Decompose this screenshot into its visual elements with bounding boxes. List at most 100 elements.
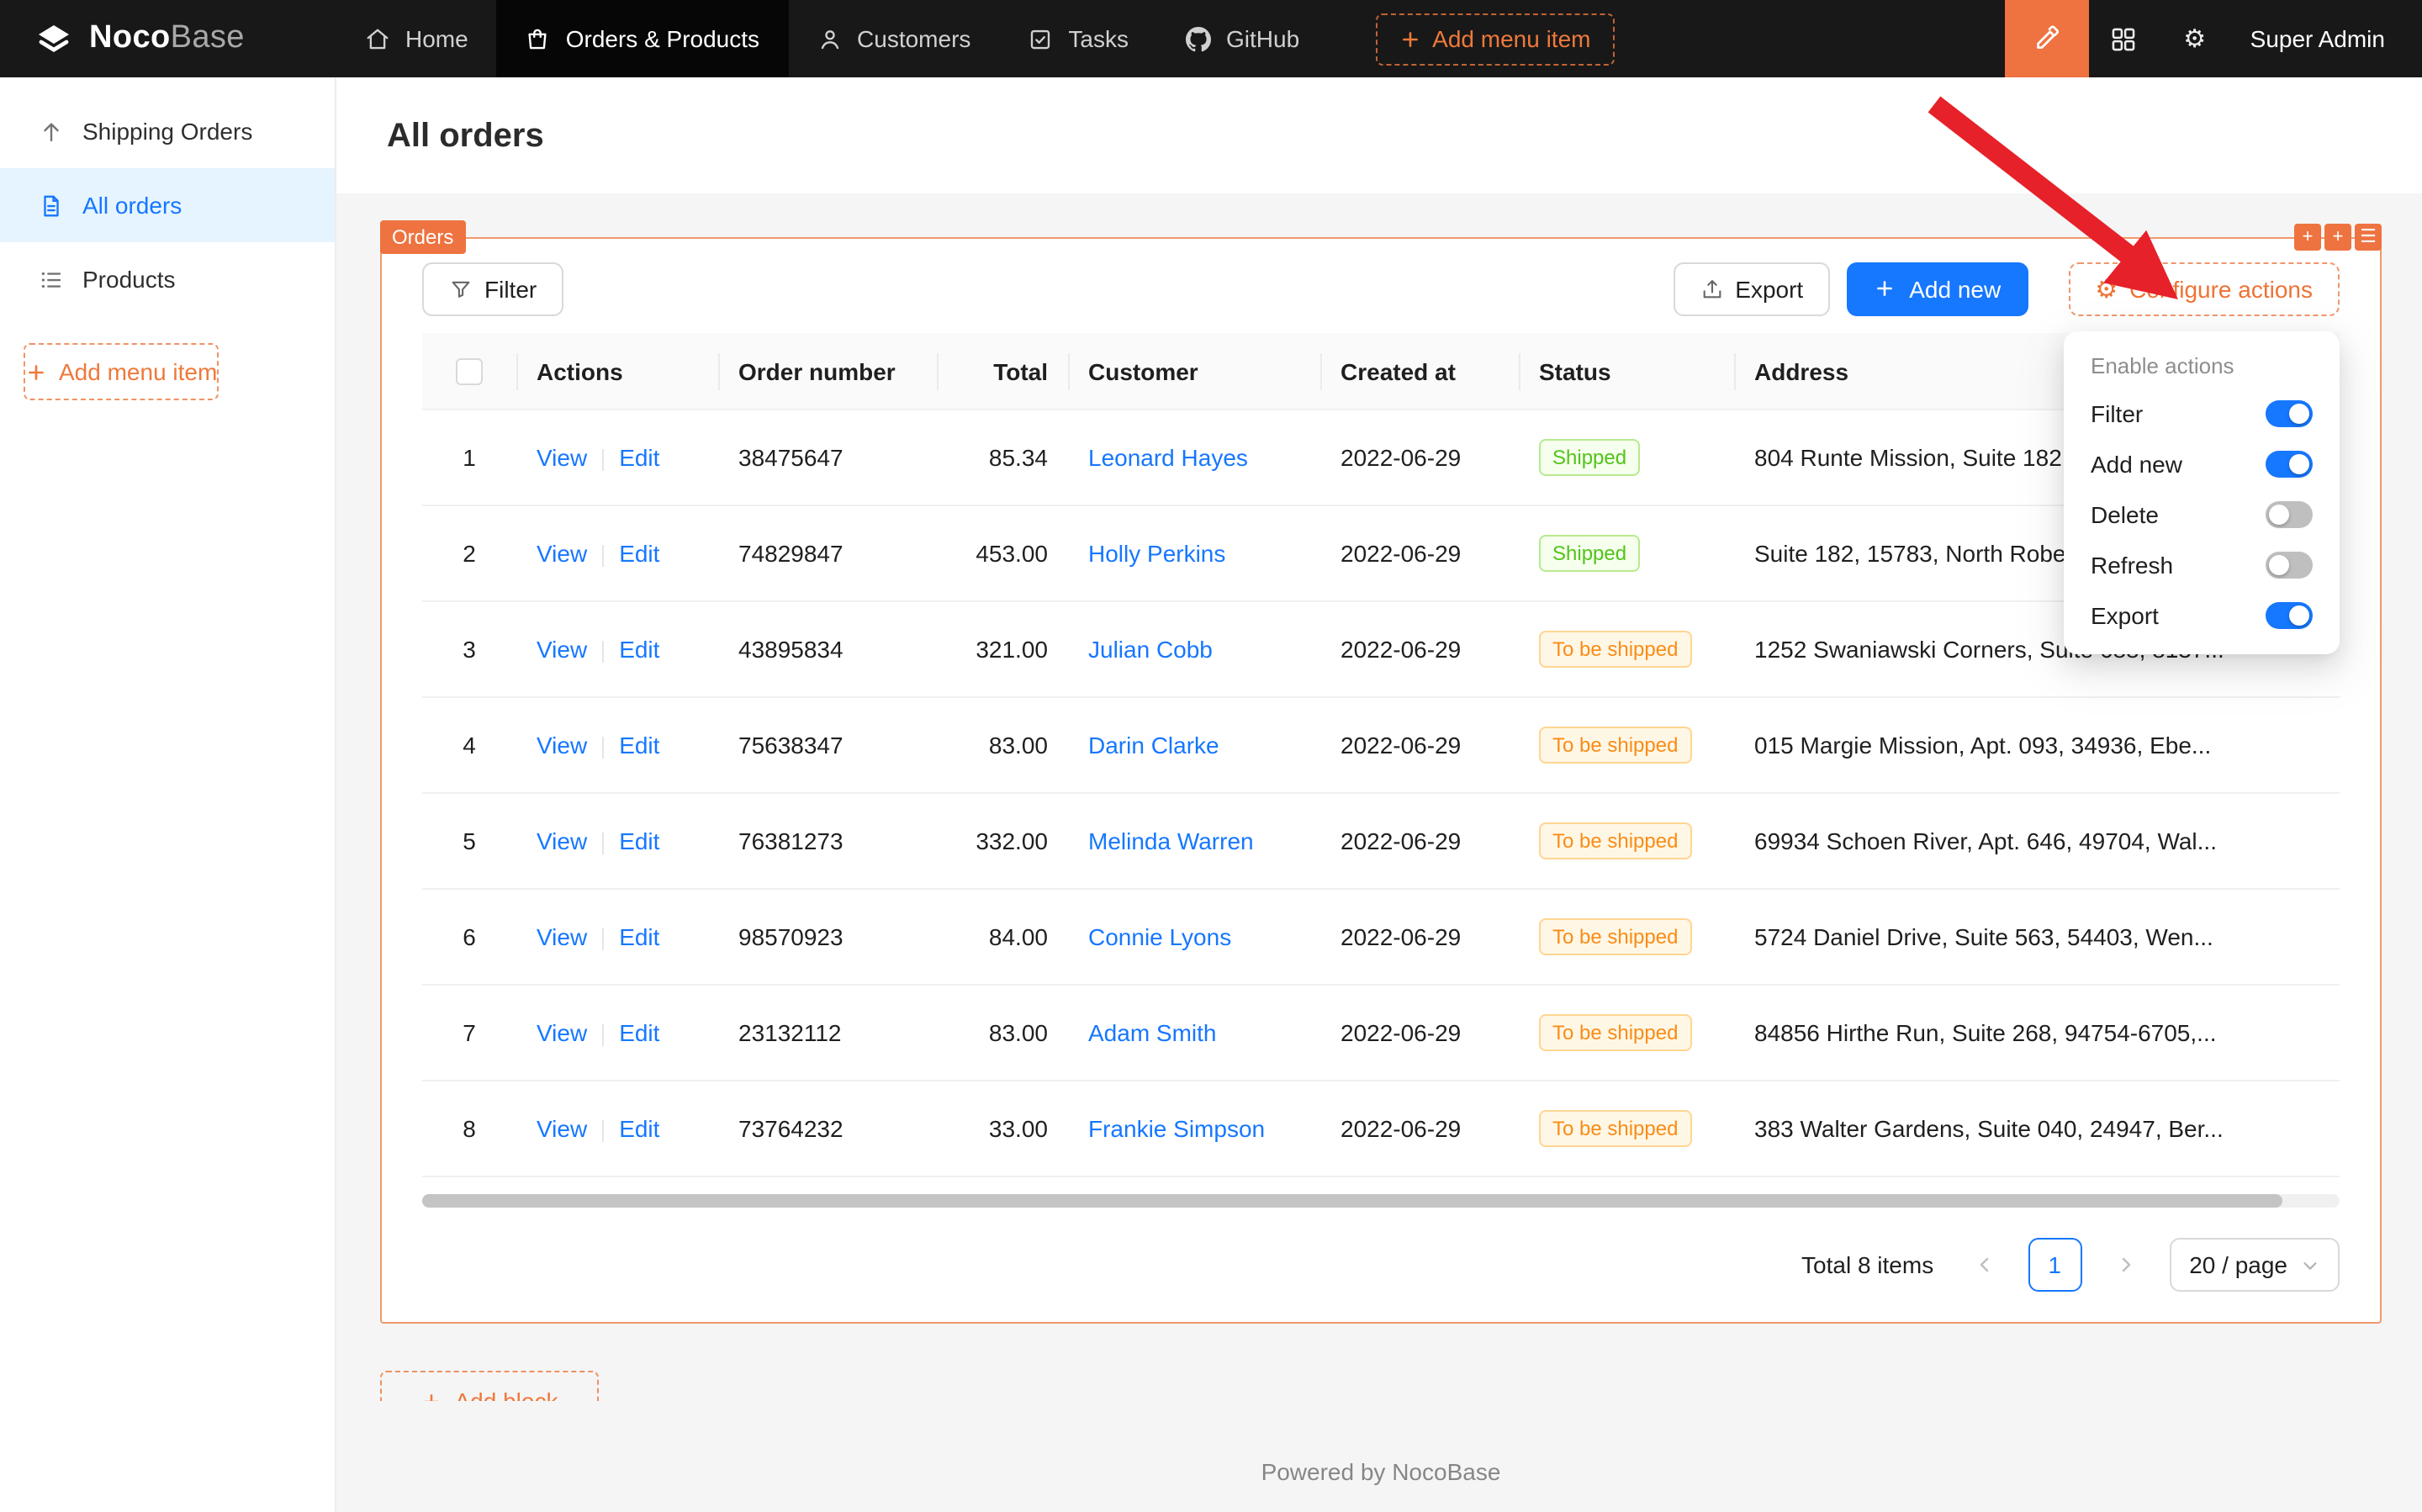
drag-handle-icon[interactable]: + [2294,224,2321,251]
toggle-switch[interactable] [2266,451,2313,478]
arrow-up-icon [39,119,64,144]
enable-action-toggle-item[interactable]: Filter [2064,389,2340,439]
view-link[interactable]: View [537,1020,587,1047]
home-icon [365,26,390,51]
view-link[interactable]: View [537,924,587,951]
enable-action-toggle-item[interactable]: Add new [2064,439,2340,489]
enable-action-toggle-item[interactable]: Delete [2064,489,2340,540]
prev-page-button[interactable] [1957,1239,2011,1293]
select-all-checkbox[interactable] [456,359,483,386]
created-at-cell: 2022-06-29 [1320,1081,1519,1177]
order-number-cell: 76381273 [718,794,937,890]
add-new-button[interactable]: Add new [1847,262,2028,316]
nav-add-menu-item-button[interactable]: Add menu item [1375,13,1614,65]
next-page-button[interactable] [2098,1239,2152,1293]
plus-icon [1874,278,1897,301]
edit-link[interactable]: Edit [619,732,659,759]
settings-gear-icon[interactable]: ⚙ [2160,0,2230,77]
sidebar-item[interactable]: All orders [0,168,335,242]
plugins-grid-icon[interactable] [2089,0,2160,77]
status-badge: To be shipped [1539,1015,1691,1052]
edit-link[interactable]: Edit [619,828,659,855]
add-block-button[interactable]: Add block [380,1372,599,1402]
customer-link[interactable]: Frankie Simpson [1088,1116,1265,1143]
toggle-switch[interactable] [2266,552,2313,579]
row-index: 2 [463,541,476,568]
page-1-button[interactable]: 1 [2028,1239,2081,1293]
customer-link[interactable]: Melinda Warren [1088,828,1254,855]
nocobase-brand[interactable]: NocoBase [0,0,336,77]
toggle-switch[interactable] [2266,602,2313,629]
view-link[interactable]: View [537,637,587,663]
order-number-cell: 98570923 [718,890,937,986]
export-icon [1700,278,1723,301]
created-at-cell: 2022-06-29 [1320,794,1519,890]
enable-action-toggle-item[interactable]: Refresh [2064,540,2340,590]
customer-link[interactable]: Julian Cobb [1088,637,1213,663]
status-badge: To be shipped [1539,1111,1691,1148]
configure-actions-button[interactable]: ⚙ Configure actions [2068,262,2340,316]
table-row: 7 ViewEdit 23132112 83.00 Adam Smith 202… [422,986,2340,1081]
row-index: 8 [463,1116,476,1143]
status-badge: To be shipped [1539,823,1691,860]
view-link[interactable]: View [537,541,587,568]
export-button[interactable]: Export [1673,262,1830,316]
view-link[interactable]: View [537,732,587,759]
total-cell: 83.00 [937,698,1068,794]
page-size-select[interactable]: 20 / page [2169,1239,2340,1293]
scrollbar-thumb[interactable] [422,1195,2282,1208]
content-area: Orders + + ☰ Filter [336,193,2422,1512]
edit-link[interactable]: Edit [619,445,659,472]
top-menu-item[interactable]: Orders & Products [497,0,788,77]
view-link[interactable]: View [537,1116,587,1143]
created-at-cell: 2022-06-29 [1320,410,1519,506]
order-number-cell: 75638347 [718,698,937,794]
customers-icon [817,26,842,51]
toggle-switch[interactable] [2266,501,2313,528]
block-settings-menu-icon[interactable]: ☰ [2355,224,2382,251]
order-number-cell: 23132112 [718,986,937,1081]
customer-link[interactable]: Darin Clarke [1088,732,1219,759]
customer-link[interactable]: Connie Lyons [1088,924,1231,951]
column-header-actions: Actions [516,333,718,410]
total-cell: 33.00 [937,1081,1068,1177]
total-cell: 84.00 [937,890,1068,986]
table-row: 1 ViewEdit 38475647 85.34 Leonard Hayes … [422,410,2340,506]
block-initializer-icon[interactable]: + [2324,224,2351,251]
customer-link[interactable]: Leonard Hayes [1088,445,1248,472]
row-index: 1 [463,445,476,472]
address-cell: 69934 Schoen River, Apt. 646, 49704, Wal… [1734,794,2340,890]
edit-link[interactable]: Edit [619,1020,659,1047]
pagination-total: Total 8 items [1801,1252,1933,1279]
top-menu-item[interactable]: Home [336,0,497,77]
user-menu[interactable]: Super Admin [2230,0,2422,77]
toggle-switch[interactable] [2266,400,2313,427]
add-block-clip: Add block [380,1372,599,1402]
top-menu-item[interactable]: Customers [788,0,999,77]
edit-link[interactable]: Edit [619,924,659,951]
sidebar-add-menu-item-button[interactable]: Add menu item [24,343,219,400]
top-menu-item[interactable]: GitHub [1157,0,1328,77]
address-cell: 84856 Hirthe Run, Suite 268, 94754-6705,… [1734,986,2340,1081]
top-menu-item[interactable]: Tasks [999,0,1157,77]
edit-link[interactable]: Edit [619,541,659,568]
view-link[interactable]: View [537,445,587,472]
edit-link[interactable]: Edit [619,1116,659,1143]
table-action-bar: Filter Export Add new ⚙ [382,239,2380,333]
edit-link[interactable]: Edit [619,637,659,663]
created-at-cell: 2022-06-29 [1320,602,1519,698]
plus-icon [1399,28,1420,50]
view-link[interactable]: View [537,828,587,855]
customer-link[interactable]: Adam Smith [1088,1020,1217,1047]
ui-editor-button[interactable] [2005,0,2089,77]
nocobase-logo-icon [34,19,74,59]
enable-action-toggle-item[interactable]: Export [2064,590,2340,641]
filter-button[interactable]: Filter [422,262,563,316]
sidebar: Shipping Orders All orders Products Add … [0,77,336,1512]
order-number-cell: 74829847 [718,506,937,602]
customer-link[interactable]: Holly Perkins [1088,541,1225,568]
sidebar-item[interactable]: Shipping Orders [0,94,335,168]
total-cell: 453.00 [937,506,1068,602]
sidebar-item[interactable]: Products [0,242,335,316]
status-badge: To be shipped [1539,727,1691,764]
